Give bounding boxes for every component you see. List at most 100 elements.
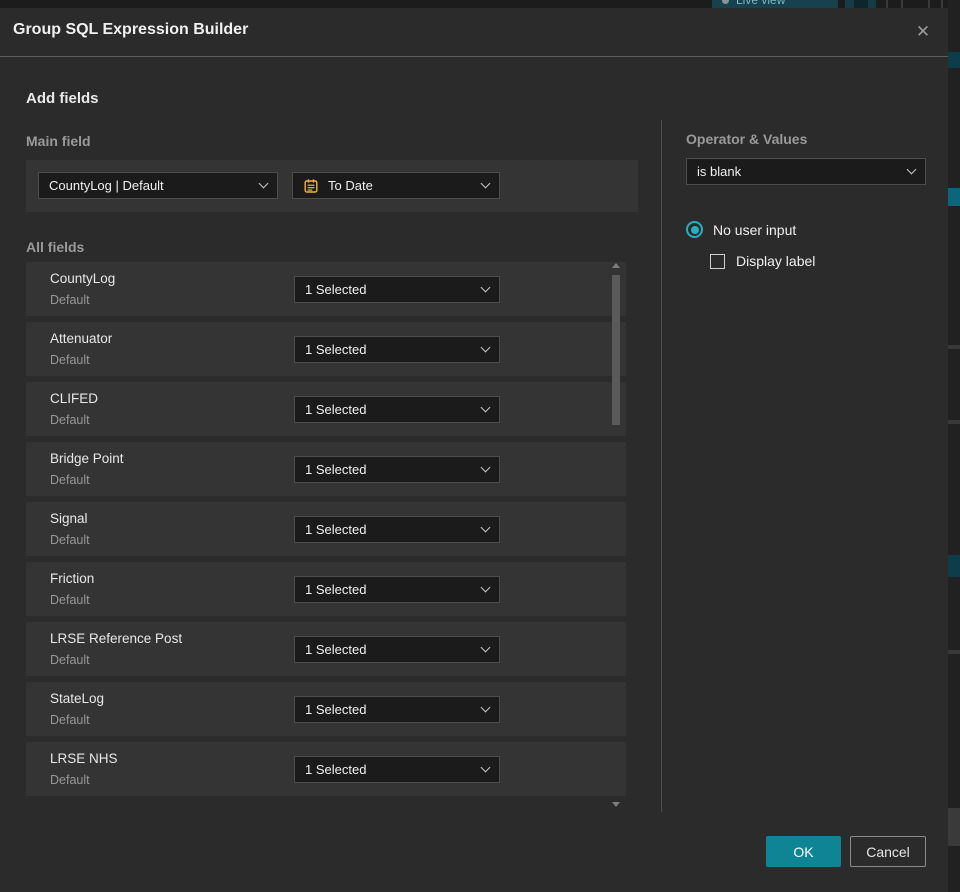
toolbar-fragment bbox=[886, 0, 888, 8]
toolbar-fragment bbox=[854, 0, 868, 8]
dialog-header: Group SQL Expression Builder ✕ bbox=[0, 8, 948, 57]
main-field-select-value: CountyLog | Default bbox=[49, 178, 164, 193]
field-subtitle: Default bbox=[50, 293, 90, 307]
field-selection-value: 1 Selected bbox=[305, 282, 367, 297]
field-selection-select[interactable]: 1 Selected bbox=[294, 516, 500, 543]
toolbar-fragment bbox=[901, 0, 903, 8]
field-row: Attenuator Default 1 Selected bbox=[26, 322, 626, 376]
field-selection-value: 1 Selected bbox=[305, 762, 367, 777]
scroll-up-icon[interactable] bbox=[612, 263, 620, 268]
toolbar-fragment bbox=[941, 0, 943, 8]
chevron-down-icon bbox=[480, 762, 491, 773]
dialog-title: Group SQL Expression Builder bbox=[13, 21, 249, 38]
panel-fragment bbox=[948, 188, 960, 206]
panel-fragment bbox=[948, 555, 960, 577]
chevron-down-icon bbox=[480, 522, 491, 533]
field-selection-value: 1 Selected bbox=[305, 342, 367, 357]
field-name: CountyLog bbox=[50, 271, 116, 286]
field-name: Friction bbox=[50, 571, 95, 586]
field-name: Signal bbox=[50, 511, 88, 526]
field-row: CountyLog Default 1 Selected bbox=[26, 262, 626, 316]
field-selection-select[interactable]: 1 Selected bbox=[294, 696, 500, 723]
main-field-select[interactable]: CountyLog | Default bbox=[38, 172, 278, 199]
field-selection-select[interactable]: 1 Selected bbox=[294, 576, 500, 603]
display-label-label: Display label bbox=[736, 253, 816, 269]
field-row: CLIFED Default 1 Selected bbox=[26, 382, 626, 436]
cancel-button[interactable]: Cancel bbox=[850, 836, 926, 867]
add-fields-heading: Add fields bbox=[26, 90, 99, 107]
main-field-value-select-value: To Date bbox=[328, 178, 373, 193]
field-subtitle: Default bbox=[50, 353, 90, 367]
display-label-checkbox[interactable] bbox=[710, 253, 725, 269]
live-view-button[interactable]: Live view bbox=[712, 0, 838, 8]
field-selection-value: 1 Selected bbox=[305, 522, 367, 537]
field-selection-value: 1 Selected bbox=[305, 402, 367, 417]
operator-select[interactable]: is blank bbox=[686, 158, 926, 185]
field-selection-select[interactable]: 1 Selected bbox=[294, 276, 500, 303]
field-name: Bridge Point bbox=[50, 451, 124, 466]
panel-fragment bbox=[948, 808, 960, 846]
field-row: LRSE NHS Default 1 Selected bbox=[26, 742, 626, 796]
main-field-box: CountyLog | Default To Date bbox=[26, 160, 638, 212]
operator-select-value: is blank bbox=[697, 164, 742, 179]
chevron-down-icon bbox=[480, 462, 491, 473]
chevron-down-icon bbox=[480, 582, 491, 593]
panel-fragment bbox=[948, 345, 960, 349]
chevron-down-icon bbox=[480, 642, 491, 653]
toolbar-fragment bbox=[845, 0, 854, 8]
field-name: StateLog bbox=[50, 691, 105, 706]
field-subtitle: Default bbox=[50, 473, 90, 487]
scroll-down-icon[interactable] bbox=[612, 802, 620, 807]
field-subtitle: Default bbox=[50, 593, 90, 607]
field-selection-select[interactable]: 1 Selected bbox=[294, 456, 500, 483]
close-icon[interactable]: ✕ bbox=[910, 19, 936, 45]
screen: Live view Group SQL Expression Builder ✕… bbox=[0, 0, 960, 892]
field-name: LRSE NHS bbox=[50, 751, 118, 766]
field-selection-value: 1 Selected bbox=[305, 702, 367, 717]
field-selection-select[interactable]: 1 Selected bbox=[294, 636, 500, 663]
field-subtitle: Default bbox=[50, 653, 90, 667]
calendar-icon bbox=[303, 178, 319, 194]
main-field-label: Main field bbox=[26, 133, 91, 149]
chevron-down-icon bbox=[906, 164, 917, 175]
field-selection-select[interactable]: 1 Selected bbox=[294, 336, 500, 363]
scrollbar-thumb[interactable] bbox=[612, 275, 620, 425]
no-user-input-option: No user input bbox=[686, 221, 796, 238]
live-view-label: Live view bbox=[736, 0, 786, 7]
chevron-down-icon bbox=[480, 402, 491, 413]
field-name: CLIFED bbox=[50, 391, 99, 406]
group-sql-expression-builder-dialog: Group SQL Expression Builder ✕ Add field… bbox=[0, 8, 948, 892]
all-fields-label: All fields bbox=[26, 239, 85, 255]
chevron-down-icon bbox=[258, 178, 269, 189]
toolbar-fragment bbox=[868, 0, 876, 8]
panel-fragment bbox=[948, 650, 960, 654]
main-field-value-select[interactable]: To Date bbox=[292, 172, 500, 199]
field-subtitle: Default bbox=[50, 413, 90, 427]
panel-fragment bbox=[948, 420, 960, 424]
field-name: Attenuator bbox=[50, 331, 113, 346]
chevron-down-icon bbox=[480, 342, 491, 353]
chevron-down-icon bbox=[480, 282, 491, 293]
field-selection-value: 1 Selected bbox=[305, 642, 367, 657]
field-selection-select[interactable]: 1 Selected bbox=[294, 756, 500, 783]
radio-dot bbox=[690, 225, 699, 234]
no-user-input-label: No user input bbox=[713, 221, 797, 238]
field-row: Signal Default 1 Selected bbox=[26, 502, 626, 556]
field-selection-select[interactable]: 1 Selected bbox=[294, 396, 500, 423]
field-selection-value: 1 Selected bbox=[305, 582, 367, 597]
ok-button[interactable]: OK bbox=[766, 836, 841, 867]
field-row: StateLog Default 1 Selected bbox=[26, 682, 626, 736]
panel-divider bbox=[661, 120, 662, 812]
field-subtitle: Default bbox=[50, 713, 90, 727]
field-subtitle: Default bbox=[50, 533, 90, 547]
field-row: Bridge Point Default 1 Selected bbox=[26, 442, 626, 496]
list-scrollbar[interactable] bbox=[611, 262, 621, 808]
live-view-dot-icon bbox=[722, 0, 729, 4]
field-row: LRSE Reference Post Default 1 Selected bbox=[26, 622, 626, 676]
field-row: Friction Default 1 Selected bbox=[26, 562, 626, 616]
chevron-down-icon bbox=[480, 178, 491, 189]
field-selection-value: 1 Selected bbox=[305, 462, 367, 477]
display-label-option: Display label bbox=[710, 253, 815, 269]
no-user-input-radio[interactable] bbox=[686, 221, 703, 238]
background-right-panel bbox=[948, 0, 960, 892]
